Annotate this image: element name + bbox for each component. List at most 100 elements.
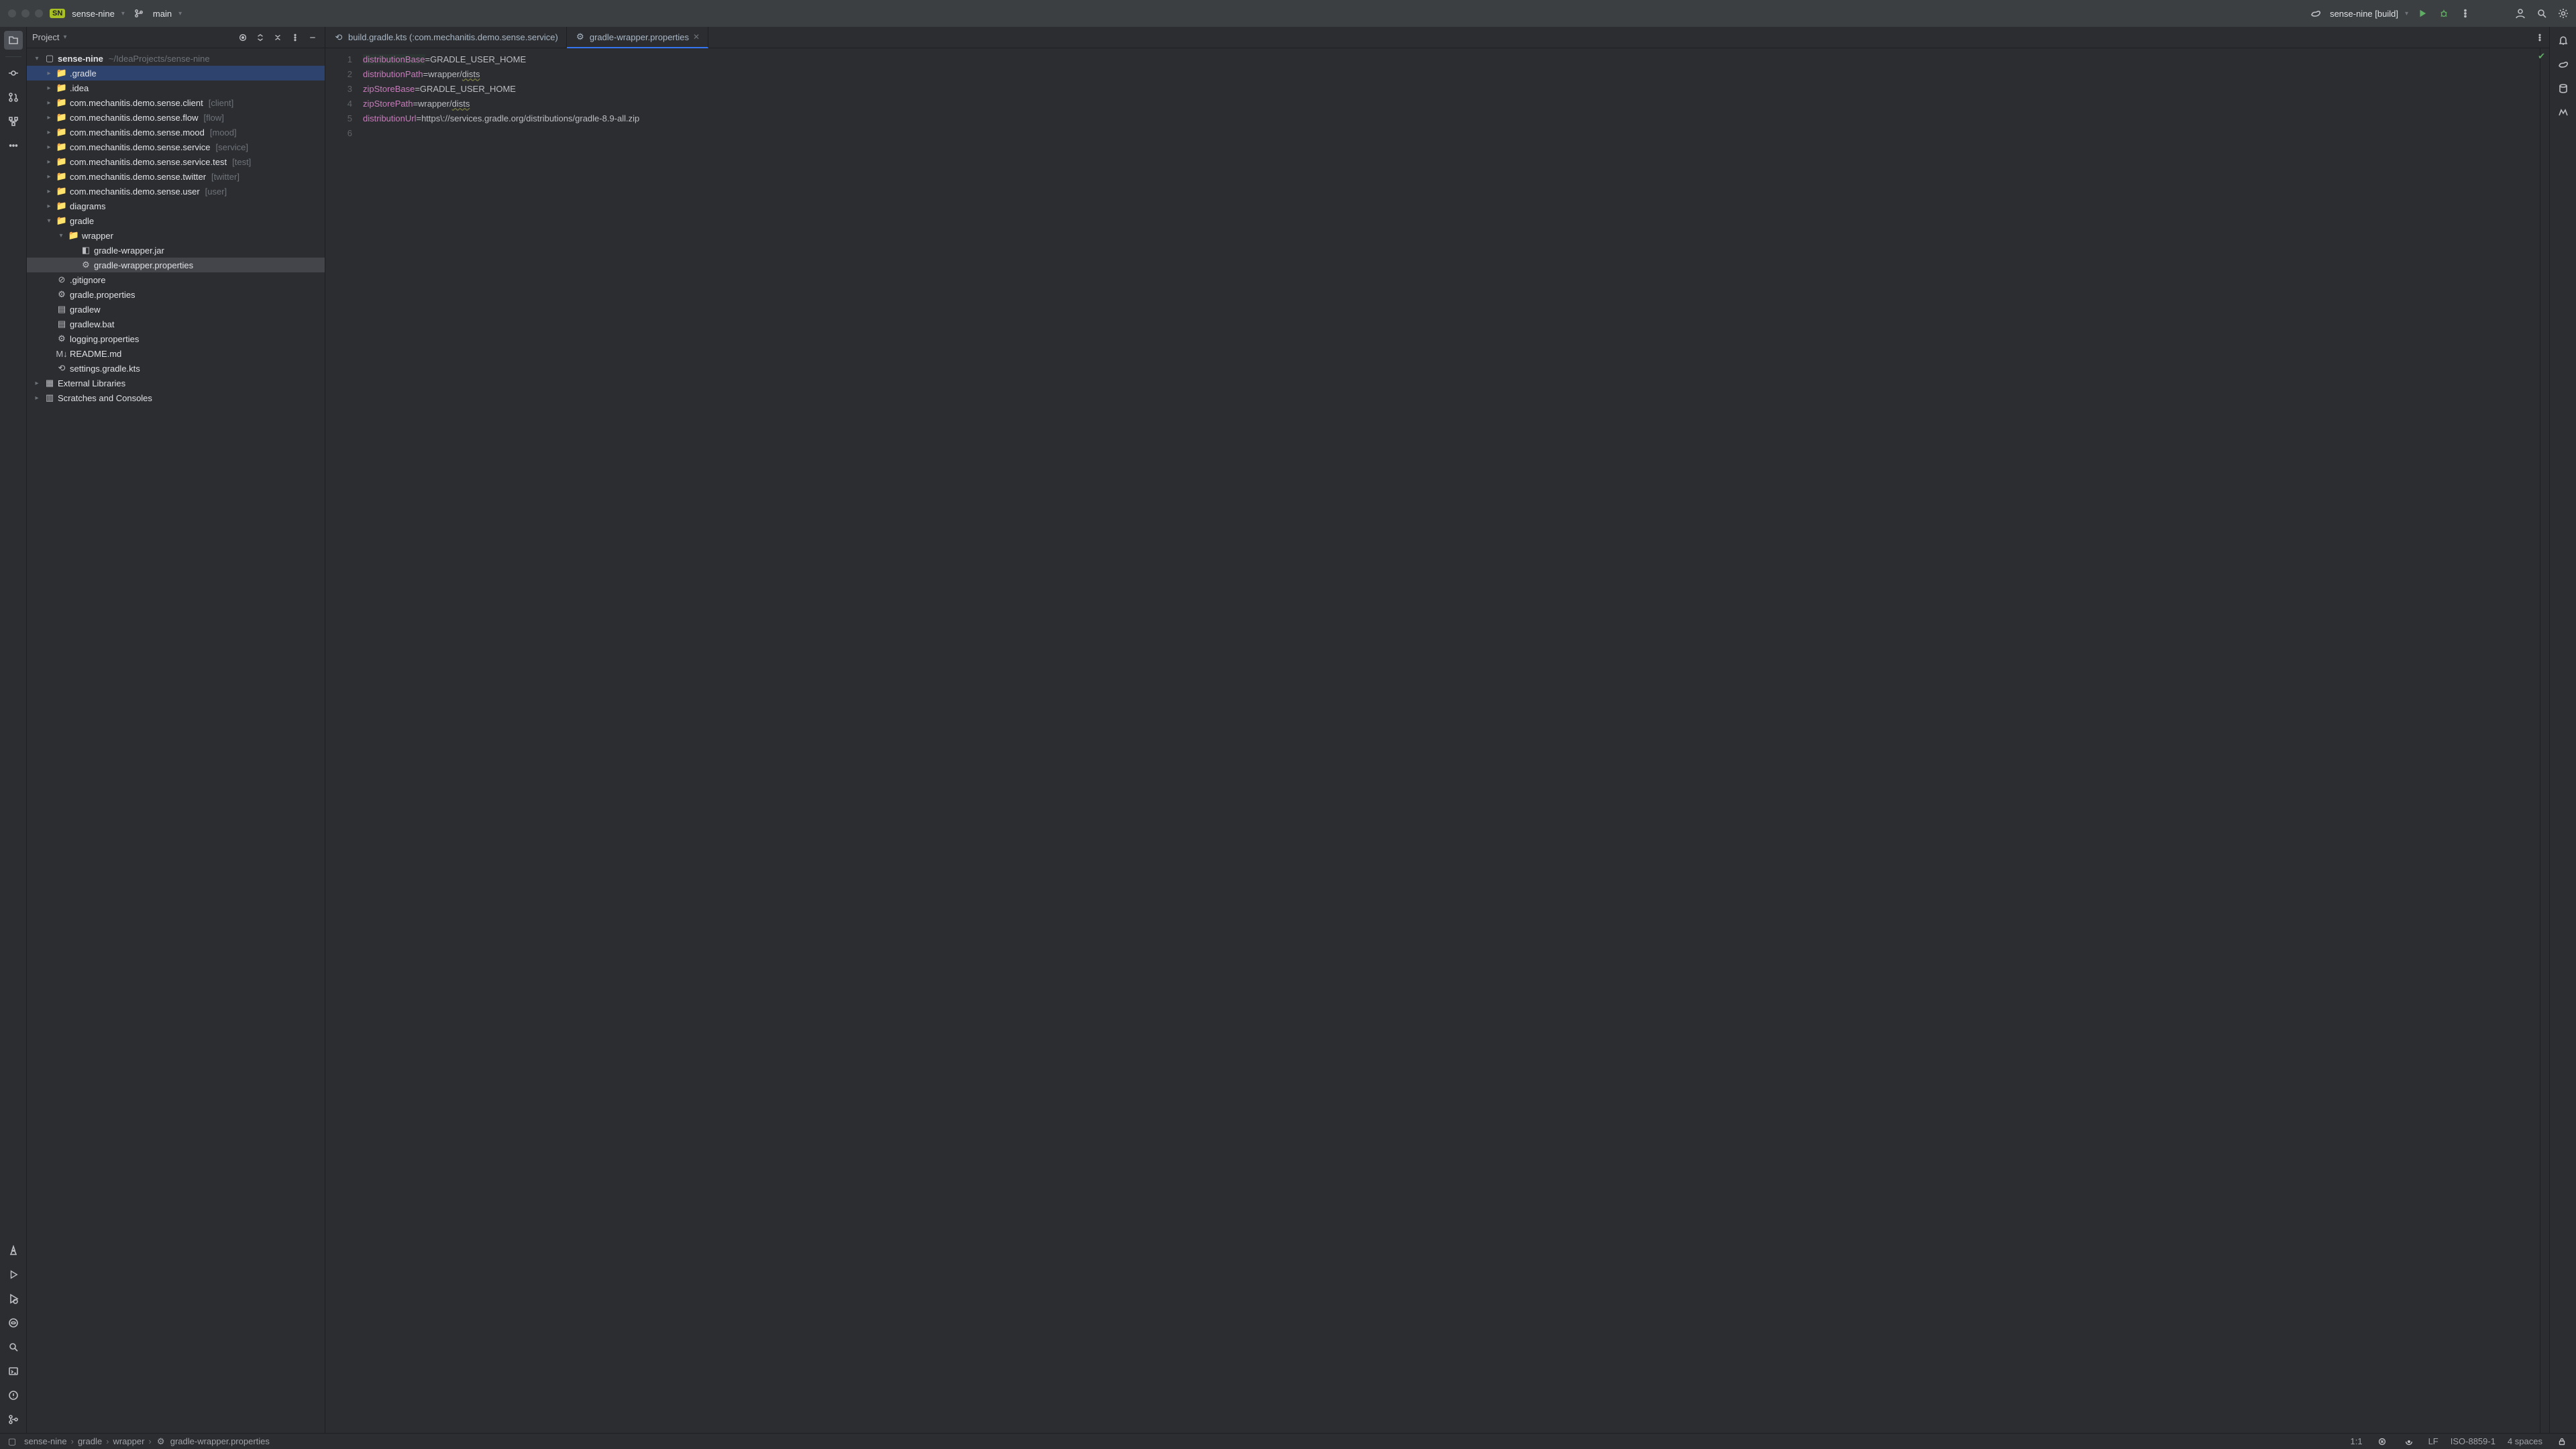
project-badge: SN xyxy=(50,9,65,18)
tree-item-wrapper[interactable]: ▾📁wrapper xyxy=(27,228,325,243)
tree-options-icon[interactable] xyxy=(288,31,302,44)
collapse-all-icon[interactable] xyxy=(271,31,284,44)
more-tools-icon[interactable] xyxy=(4,136,23,155)
tree-item-ext-libs[interactable]: ▸▦External Libraries xyxy=(27,376,325,390)
tree-item-module[interactable]: ▸📁com.mechanitis.demo.sense.service[serv… xyxy=(27,140,325,154)
collab-icon[interactable] xyxy=(2513,6,2528,21)
tree-item-scratches[interactable]: ▸▥Scratches and Consoles xyxy=(27,390,325,405)
gutter: 123456 xyxy=(325,48,359,1433)
indent-setting[interactable]: 4 spaces xyxy=(2508,1436,2542,1446)
module-folder-icon: 📁 xyxy=(56,97,67,108)
tree-item-gradle-dot[interactable]: ▸📁.gradle xyxy=(27,66,325,80)
pull-requests-tool-icon[interactable] xyxy=(4,88,23,107)
encoding-icon[interactable] xyxy=(2402,1434,2416,1449)
tree-item-wrapper-jar[interactable]: ▸◧gradle-wrapper.jar xyxy=(27,243,325,258)
tree-item-idea[interactable]: ▸📁.idea xyxy=(27,80,325,95)
terminal-tool-icon[interactable] xyxy=(4,1362,23,1381)
select-opened-icon[interactable] xyxy=(236,31,250,44)
tree-item-diagrams[interactable]: ▸📁diagrams xyxy=(27,199,325,213)
commit-tool-icon[interactable] xyxy=(4,64,23,83)
code-content[interactable]: distributionBase=GRADLE_USER_HOME distri… xyxy=(359,48,2540,1433)
zoom-window-icon[interactable] xyxy=(35,9,43,17)
find-tool-icon[interactable] xyxy=(4,1338,23,1356)
line-separator-icon[interactable] xyxy=(2375,1434,2390,1449)
tree-item-logging-props[interactable]: ▸⚙logging.properties xyxy=(27,331,325,346)
sidebar-title[interactable]: Project xyxy=(32,32,59,42)
more-icon[interactable] xyxy=(2458,6,2473,21)
tree-item-settings[interactable]: ▸⟲settings.gradle.kts xyxy=(27,361,325,376)
gitignore-icon: ⊘ xyxy=(56,274,67,285)
file-encoding[interactable]: ISO-8859-1 xyxy=(2451,1436,2496,1446)
tab-wrapper-props[interactable]: ⚙gradle-wrapper.properties✕ xyxy=(567,27,708,48)
services-tool-icon[interactable] xyxy=(4,1289,23,1308)
run-config-name[interactable]: sense-nine [build] xyxy=(2330,9,2398,19)
settings-icon[interactable] xyxy=(2556,6,2571,21)
run-icon[interactable] xyxy=(2415,6,2430,21)
maven-tool-icon[interactable] xyxy=(2554,103,2573,122)
module-folder-icon: 📁 xyxy=(56,127,67,138)
tree-item-wrapper-props[interactable]: ▸⚙gradle-wrapper.properties xyxy=(27,258,325,272)
chevron-down-icon[interactable]: ▾ xyxy=(178,10,182,17)
readonly-toggle-icon[interactable] xyxy=(2555,1434,2569,1449)
folder-icon: 📁 xyxy=(56,68,67,78)
close-tab-icon[interactable]: ✕ xyxy=(693,32,700,42)
tree-item-module[interactable]: ▸📁com.mechanitis.demo.sense.user[user] xyxy=(27,184,325,199)
tree-item-readme[interactable]: ▸M↓README.md xyxy=(27,346,325,361)
tree-root[interactable]: ▾▢sense-nine~/IdeaProjects/sense-nine xyxy=(27,51,325,66)
search-icon[interactable] xyxy=(2534,6,2549,21)
properties-icon: ⚙ xyxy=(80,260,91,270)
tree-item-module[interactable]: ▸📁com.mechanitis.demo.sense.client[clien… xyxy=(27,95,325,110)
folder-icon: 📁 xyxy=(68,230,79,241)
editor-scrollbar[interactable] xyxy=(2540,48,2549,1433)
project-tree[interactable]: ▾▢sense-nine~/IdeaProjects/sense-nine ▸📁… xyxy=(27,48,325,1433)
batch-icon: ▤ xyxy=(56,319,67,329)
library-icon: ▦ xyxy=(44,378,55,388)
tree-item-module[interactable]: ▸📁com.mechanitis.demo.sense.twitter[twit… xyxy=(27,169,325,184)
chevron-down-icon[interactable]: ▾ xyxy=(2405,10,2408,17)
jar-icon: ◧ xyxy=(80,245,91,256)
breadcrumbs[interactable]: sense-nine› gradle› wrapper› ⚙ gradle-wr… xyxy=(24,1436,270,1447)
tree-item-gradle[interactable]: ▾📁gradle xyxy=(27,213,325,228)
hide-sidebar-icon[interactable] xyxy=(306,31,319,44)
markdown-icon: M↓ xyxy=(56,348,67,359)
tree-item-module[interactable]: ▸📁com.mechanitis.demo.sense.service.test… xyxy=(27,154,325,169)
dependencies-tool-icon[interactable] xyxy=(4,1313,23,1332)
structure-tool-icon[interactable] xyxy=(4,112,23,131)
project-name[interactable]: sense-nine xyxy=(72,9,115,19)
debug-icon[interactable] xyxy=(2436,6,2451,21)
module-folder-icon: 📁 xyxy=(56,171,67,182)
tree-item-module[interactable]: ▸📁com.mechanitis.demo.sense.mood[mood] xyxy=(27,125,325,140)
gradle-icon: ⟲ xyxy=(56,363,67,374)
tree-item-module[interactable]: ▸📁com.mechanitis.demo.sense.flow[flow] xyxy=(27,110,325,125)
gradle-tool-icon[interactable] xyxy=(2554,55,2573,74)
module-folder-icon: 📁 xyxy=(56,112,67,123)
caret-position[interactable]: 1:1 xyxy=(2351,1436,2363,1446)
build-tool-icon[interactable] xyxy=(4,1241,23,1260)
problems-tool-icon[interactable] xyxy=(4,1386,23,1405)
tree-item-gradlew-bat[interactable]: ▸▤gradlew.bat xyxy=(27,317,325,331)
minimize-window-icon[interactable] xyxy=(21,9,30,17)
tabs-more-icon[interactable] xyxy=(2530,27,2549,48)
notifications-tool-icon[interactable] xyxy=(2554,31,2573,50)
tab-build-gradle[interactable]: ⟲build.gradle.kts (:com.mechanitis.demo.… xyxy=(325,27,567,48)
line-ending[interactable]: LF xyxy=(2428,1436,2438,1446)
tree-item-gradle-props[interactable]: ▸⚙gradle.properties xyxy=(27,287,325,302)
close-window-icon[interactable] xyxy=(8,9,16,17)
tree-item-gitignore[interactable]: ▸⊘.gitignore xyxy=(27,272,325,287)
code-area[interactable]: 123456 distributionBase=GRADLE_USER_HOME… xyxy=(325,48,2549,1433)
vcs-tool-icon[interactable] xyxy=(4,1410,23,1429)
run-tool-icon[interactable] xyxy=(4,1265,23,1284)
folder-icon: 📁 xyxy=(56,83,67,93)
expand-all-icon[interactable] xyxy=(254,31,267,44)
chevron-down-icon[interactable]: ▾ xyxy=(121,10,125,17)
properties-icon: ⚙ xyxy=(156,1436,166,1447)
project-sidebar: Project ▾ ▾▢sense-nine~/IdeaProjects/sen… xyxy=(27,27,325,1433)
editor-tabs: ⟲build.gradle.kts (:com.mechanitis.demo.… xyxy=(325,27,2549,48)
branch-name[interactable]: main xyxy=(153,9,172,19)
chevron-down-icon[interactable]: ▾ xyxy=(63,34,66,41)
inspection-ok-icon[interactable]: ✔ xyxy=(2538,51,2545,62)
branch-icon[interactable] xyxy=(131,6,146,21)
database-tool-icon[interactable] xyxy=(2554,79,2573,98)
tree-item-gradlew[interactable]: ▸▤gradlew xyxy=(27,302,325,317)
project-tool-icon[interactable] xyxy=(4,31,23,50)
